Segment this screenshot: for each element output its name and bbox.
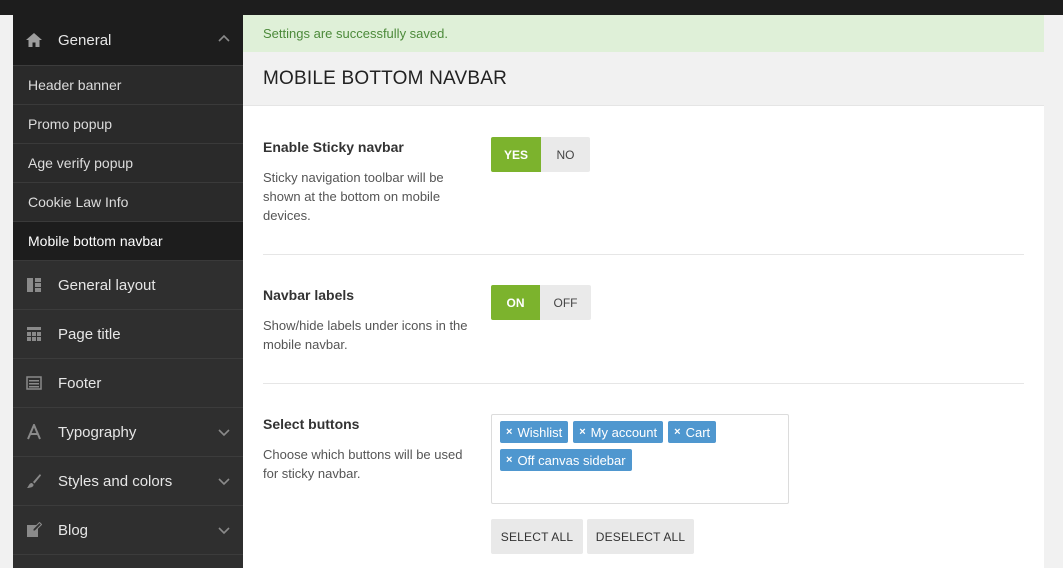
settings-panel: Enable Sticky navbar Sticky navigation t… xyxy=(243,106,1044,568)
toggle-off-button[interactable]: OFF xyxy=(540,285,591,320)
sidebar-item-label: Typography xyxy=(58,423,137,441)
panel-header: MOBILE BOTTOM NAVBAR xyxy=(243,52,1044,106)
sidebar-subitem-label: Promo popup xyxy=(28,116,113,132)
sidebar-subitem-label: Cookie Law Info xyxy=(28,194,129,210)
sidebar-subitem-mobile-bottom-navbar[interactable]: Mobile bottom navbar xyxy=(13,222,243,261)
success-notice: Settings are successfully saved. xyxy=(243,15,1044,52)
chevron-down-icon xyxy=(217,425,231,439)
notice-text: Settings are successfully saved. xyxy=(263,26,448,41)
tag-label: My account xyxy=(590,424,658,440)
edit-icon xyxy=(25,521,43,539)
sidebar-subitem-header-banner[interactable]: Header banner xyxy=(13,66,243,105)
sidebar-subitem-label: Age verify popup xyxy=(28,155,134,171)
top-bar xyxy=(0,0,1063,15)
left-gutter xyxy=(0,15,13,568)
option-select-buttons: Select buttons Choose which buttons will… xyxy=(263,414,1024,568)
deselect-all-button[interactable]: DESELECT ALL xyxy=(587,519,694,554)
option-title: Select buttons xyxy=(263,416,360,432)
brush-icon xyxy=(25,472,43,490)
settings-sidebar: General Header banner Promo popup Age ve… xyxy=(13,15,243,568)
tag-off-canvas-sidebar[interactable]: × Off canvas sidebar xyxy=(500,449,632,471)
toggle-on-button[interactable]: ON xyxy=(491,285,540,320)
sidebar-item-label: Blog xyxy=(58,521,89,539)
buttons-multiselect[interactable]: × Wishlist × My account × Cart × Off can… xyxy=(491,414,789,504)
option-navbar-labels: Navbar labels Show/hide labels under ico… xyxy=(263,285,1024,384)
toggle-no-button[interactable]: NO xyxy=(541,137,590,172)
remove-tag-icon[interactable]: × xyxy=(506,454,512,466)
chevron-down-icon xyxy=(217,523,231,537)
option-description: Sticky navigation toolbar will be shown … xyxy=(263,170,444,223)
footer-icon xyxy=(25,374,43,392)
option-description: Choose which buttons will be used for st… xyxy=(263,447,463,481)
sidebar-item-general[interactable]: General xyxy=(13,15,243,66)
sidebar-item-label: Styles and colors xyxy=(58,472,173,490)
sidebar-item-styles-and-colors[interactable]: Styles and colors xyxy=(13,457,243,506)
sidebar-subitem-label: Mobile bottom navbar xyxy=(28,233,163,249)
sidebar-item-footer[interactable]: Footer xyxy=(13,359,243,408)
sidebar-item-general-layout[interactable]: General layout xyxy=(13,261,243,310)
sidebar-subitem-promo-popup[interactable]: Promo popup xyxy=(13,105,243,144)
chevron-up-icon xyxy=(217,32,231,46)
remove-tag-icon[interactable]: × xyxy=(579,426,585,438)
tag-label: Off canvas sidebar xyxy=(517,452,626,468)
layout-icon xyxy=(25,276,43,294)
option-title: Enable Sticky navbar xyxy=(263,139,404,155)
right-gutter xyxy=(1044,15,1063,568)
page-title-icon xyxy=(25,325,43,343)
selected-tags: × Wishlist × My account × Cart × Off can… xyxy=(500,421,780,477)
remove-tag-icon[interactable]: × xyxy=(506,426,512,438)
select-all-button[interactable]: SELECT ALL xyxy=(491,519,583,554)
sidebar-subitem-label: Header banner xyxy=(28,77,122,93)
sidebar-item-typography[interactable]: Typography xyxy=(13,408,243,457)
tag-cart[interactable]: × Cart xyxy=(668,421,717,443)
chevron-down-icon xyxy=(217,474,231,488)
remove-tag-icon[interactable]: × xyxy=(674,426,680,438)
tag-label: Wishlist xyxy=(517,424,563,440)
sidebar-subitem-age-verify-popup[interactable]: Age verify popup xyxy=(13,144,243,183)
option-title: Navbar labels xyxy=(263,287,355,303)
tag-wishlist[interactable]: × Wishlist xyxy=(500,421,569,443)
general-submenu: Header banner Promo popup Age verify pop… xyxy=(13,66,243,261)
option-description: Show/hide labels under icons in the mobi… xyxy=(263,318,468,352)
sticky-navbar-toggle[interactable]: YES NO xyxy=(491,137,590,172)
typography-icon xyxy=(25,423,43,441)
sidebar-item-label: General xyxy=(58,31,112,49)
navbar-labels-toggle[interactable]: ON OFF xyxy=(491,285,591,320)
tag-my-account[interactable]: × My account xyxy=(573,421,664,443)
sidebar-item-label: Page title xyxy=(58,325,121,343)
sidebar-item-blog[interactable]: Blog xyxy=(13,506,243,555)
toggle-yes-button[interactable]: YES xyxy=(491,137,541,172)
sidebar-item-label: General layout xyxy=(58,276,156,294)
sidebar-item-page-title[interactable]: Page title xyxy=(13,310,243,359)
option-sticky-navbar: Enable Sticky navbar Sticky navigation t… xyxy=(263,137,1024,255)
page-title: MOBILE BOTTOM NAVBAR xyxy=(263,67,508,89)
tag-label: Cart xyxy=(685,424,711,440)
home-icon xyxy=(25,31,43,49)
sidebar-subitem-cookie-law-info[interactable]: Cookie Law Info xyxy=(13,183,243,222)
sidebar-item-label: Footer xyxy=(58,374,102,392)
